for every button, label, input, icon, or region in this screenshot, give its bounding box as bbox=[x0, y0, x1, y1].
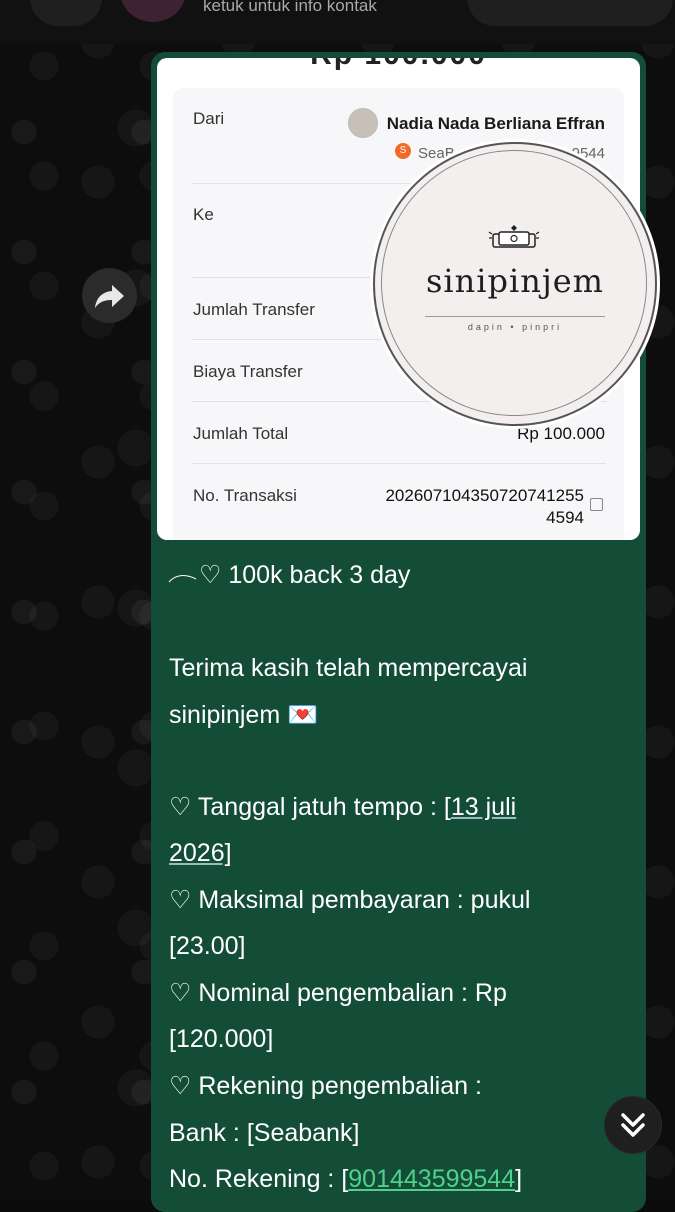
transaction-no-label: No. Transaksi bbox=[193, 486, 297, 505]
transfer-amount-label: Jumlah Transfer bbox=[193, 300, 315, 319]
due-year-link[interactable]: 2026] bbox=[169, 839, 232, 867]
due-date-link[interactable]: 13 juli bbox=[451, 793, 516, 821]
forward-arrow-icon bbox=[95, 285, 124, 308]
total-value: Rp 100.000 bbox=[517, 424, 605, 443]
copy-icon[interactable] bbox=[590, 498, 603, 511]
nominal-line-2: [120.000] bbox=[169, 1025, 274, 1053]
account-number-label: No. Rekening : [ bbox=[169, 1165, 349, 1193]
account-number-line: No. Rekening : [901443599544] bbox=[169, 1156, 522, 1202]
money-icon bbox=[488, 225, 540, 248]
divider bbox=[192, 463, 606, 464]
double-chevron-down-icon bbox=[621, 1113, 645, 1137]
from-label: Dari bbox=[193, 109, 225, 128]
due-date-label: ♡ Tanggal jatuh tempo : [ bbox=[169, 793, 451, 821]
rekening-line: ♡ Rekening pengembalian : bbox=[169, 1072, 482, 1100]
sender-name: Nadia Nada Berliana Effran bbox=[386, 114, 605, 133]
transaction-no-line1: 202607104350720741255 bbox=[385, 486, 584, 505]
receipt-amount-top: Rp 100.000 bbox=[157, 58, 640, 72]
bank-line: Bank : [Seabank] bbox=[169, 1119, 360, 1147]
max-payment-line-2: [23.00] bbox=[169, 932, 246, 960]
max-payment-line-1: ♡ Maksimal pembayaran : pukul bbox=[169, 886, 531, 914]
total-label: Jumlah Total bbox=[193, 424, 289, 443]
to-label: Ke bbox=[193, 205, 214, 224]
logo-divider bbox=[425, 316, 605, 317]
seabank-icon: S bbox=[395, 143, 411, 159]
sinipinjem-logo: sinipinjem dapin • pinpri bbox=[373, 142, 657, 426]
due-date-line: ♡ Tanggal jatuh tempo : [13 juli bbox=[169, 784, 516, 830]
account-number-link[interactable]: 901443599544 bbox=[348, 1165, 515, 1193]
forward-button[interactable] bbox=[82, 268, 137, 323]
scroll-down-button[interactable] bbox=[604, 1096, 662, 1154]
logo-tagline: dapin • pinpri bbox=[467, 322, 563, 332]
contact-avatar[interactable] bbox=[120, 0, 186, 22]
message-thanks-2: sinipinjem 💌 bbox=[169, 701, 319, 729]
message-line-1: ♡ 100k back 3 day bbox=[199, 561, 411, 589]
chat-header: ketuk untuk info kontak bbox=[0, 0, 675, 44]
transaction-no-line2: 4594 bbox=[546, 508, 584, 527]
back-button[interactable] bbox=[30, 0, 102, 26]
contact-info-hint[interactable]: ketuk untuk info kontak bbox=[203, 0, 377, 16]
message-thanks-1: Terima kasih telah mempercayai bbox=[169, 654, 528, 682]
logo-wordmark: sinipinjem bbox=[425, 262, 605, 300]
transfer-fee-label: Biaya Transfer bbox=[193, 362, 303, 381]
sender-avatar bbox=[348, 108, 378, 138]
due-year-line: 2026] bbox=[169, 830, 232, 876]
nominal-line-1: ♡ Nominal pengembalian : Rp bbox=[169, 979, 507, 1007]
header-actions[interactable] bbox=[467, 0, 673, 26]
swirl-icon bbox=[168, 575, 197, 583]
account-number-bracket: ] bbox=[515, 1165, 523, 1193]
